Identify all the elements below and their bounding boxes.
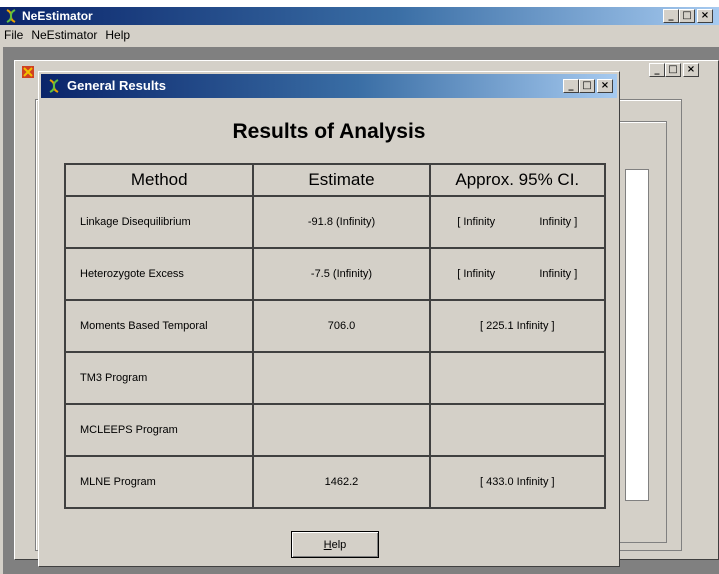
table-row: MCLEEPS Program (63, 403, 607, 457)
child-close-button[interactable]: × (683, 63, 699, 77)
dialog-titlebar[interactable]: General Results _ □ × (41, 74, 617, 98)
child-window-buttons: _ □ × (649, 63, 699, 77)
menu-neestimator[interactable]: NeEstimator (27, 26, 101, 45)
ci-cell: [ Infinity Infinity ] (428, 247, 607, 301)
general-results-dialog: General Results _ □ × Results of Analysi… (38, 71, 620, 567)
menubar: File NeEstimator Help (0, 26, 719, 45)
ci-low: [ Infinity (457, 216, 496, 228)
column-header-ci: Approx. 95% CI. (428, 163, 607, 197)
ci-cell (428, 403, 607, 457)
ci-high: Infinity ] (539, 216, 578, 228)
dialog-title: General Results (67, 78, 166, 93)
help-button-label: elp (331, 539, 347, 551)
column-header-estimate: Estimate (252, 163, 431, 197)
maximize-button[interactable]: □ (679, 9, 695, 23)
help-button-mnemonic: H (323, 539, 332, 551)
main-titlebar[interactable]: NeEstimator _ □ × (0, 7, 719, 25)
dialog-window-buttons: _ □ × (563, 79, 613, 93)
method-cell: Heterozygote Excess (63, 247, 255, 301)
estimate-cell (252, 403, 431, 457)
dialog-minimize-button[interactable]: _ (563, 79, 579, 93)
child-window-icon (22, 66, 34, 78)
table-row: Moments Based Temporal 706.0 [ 225.1 Inf… (63, 299, 607, 353)
dialog-maximize-button[interactable]: □ (579, 79, 595, 93)
table-row: Linkage Disequilibrium -91.8 (Infinity) … (63, 195, 607, 249)
column-header-method: Method (63, 163, 255, 197)
ci-cell (428, 351, 607, 405)
ci-low: [ Infinity (457, 268, 496, 280)
ci-high: Infinity ] (539, 268, 578, 280)
estimate-cell: 1462.2 (252, 455, 431, 509)
method-cell: MCLEEPS Program (63, 403, 255, 457)
estimate-cell: -7.5 (Infinity) (252, 247, 431, 301)
close-button[interactable]: × (697, 9, 713, 23)
results-heading: Results of Analysis (232, 120, 426, 143)
dialog-close-button[interactable]: × (597, 79, 613, 93)
dna-icon (49, 79, 59, 93)
method-cell: Linkage Disequilibrium (63, 195, 255, 249)
child-maximize-button[interactable]: □ (665, 63, 681, 77)
method-cell: Moments Based Temporal (63, 299, 255, 353)
child-minimize-button[interactable]: _ (649, 63, 665, 77)
table-row: MLNE Program 1462.2 [ 433.0 Infinity ] (63, 455, 607, 509)
ci-cell: [ 433.0 Infinity ] (428, 455, 607, 509)
method-cell: TM3 Program (63, 351, 255, 405)
ci-cell: [ 225.1 Infinity ] (428, 299, 607, 353)
estimate-cell (252, 351, 431, 405)
table-row: TM3 Program (63, 351, 607, 405)
table-row: Heterozygote Excess -7.5 (Infinity) [ In… (63, 247, 607, 301)
menu-help[interactable]: Help (101, 26, 134, 45)
minimize-button[interactable]: _ (663, 9, 679, 23)
ci-cell: [ Infinity Infinity ] (428, 195, 607, 249)
main-window-buttons: _ □ × (663, 9, 713, 23)
app-title: NeEstimator (22, 9, 93, 23)
estimate-cell: 706.0 (252, 299, 431, 353)
method-cell: MLNE Program (63, 455, 255, 509)
results-table: Method Estimate Approx. 95% CI. Linkage … (63, 163, 607, 509)
estimate-cell: -91.8 (Infinity) (252, 195, 431, 249)
output-panel (625, 169, 649, 501)
help-button[interactable]: Help (291, 531, 379, 558)
dna-icon (6, 9, 16, 23)
table-header-row: Method Estimate Approx. 95% CI. (63, 163, 607, 197)
menu-file[interactable]: File (0, 26, 27, 45)
